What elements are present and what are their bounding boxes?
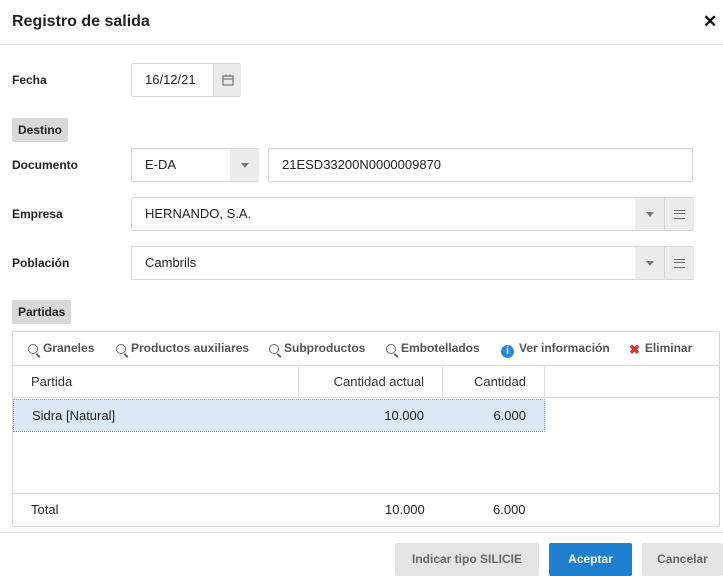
fecha-field[interactable]: 16/12/21 xyxy=(131,63,241,97)
cancel-button[interactable]: Cancelar xyxy=(642,543,723,576)
table-row[interactable]: Sidra [Natural] 10.000 6.000 xyxy=(13,399,545,432)
list-menu-icon[interactable] xyxy=(664,247,694,279)
search-icon xyxy=(28,344,38,354)
delete-icon: ✖ xyxy=(629,342,640,357)
grid-toolbar: Graneles Productos auxiliares Subproduct… xyxy=(13,332,719,366)
subproductos-button[interactable]: Subproductos xyxy=(269,341,365,355)
poblacion-select[interactable]: Cambrils xyxy=(131,246,694,280)
dialog-footer: Indicar tipo SILICIE Aceptar Cancelar xyxy=(0,532,723,576)
fecha-label: Fecha xyxy=(12,73,47,87)
search-icon xyxy=(116,344,126,354)
graneles-button[interactable]: Graneles xyxy=(28,341,94,355)
grid-header: Partida Cantidad actual Cantidad xyxy=(13,366,719,398)
chevron-down-icon[interactable] xyxy=(635,247,664,279)
destino-section: Destino xyxy=(12,118,69,142)
indicar-silicie-button[interactable]: Indicar tipo SILICIE xyxy=(395,543,539,576)
total-label: Total xyxy=(31,502,59,517)
partidas-grid: Graneles Productos auxiliares Subproduct… xyxy=(12,331,720,527)
eliminar-button[interactable]: ✖ Eliminar xyxy=(629,341,692,358)
poblacion-value: Cambrils xyxy=(145,255,197,270)
accept-button[interactable]: Aceptar xyxy=(549,543,632,576)
cell-partida: Sidra [Natural] xyxy=(32,408,116,423)
partidas-section: Partidas xyxy=(12,300,72,324)
total-cantidad: 6.000 xyxy=(493,502,526,517)
documento-number-value: 21ESD33200N0000009870 xyxy=(282,157,442,172)
cell-cantidad-actual: 10.000 xyxy=(384,408,424,423)
fecha-value: 16/12/21 xyxy=(145,72,196,87)
documento-type-select[interactable]: E-DA xyxy=(131,148,259,182)
embotellados-button[interactable]: Embotellados xyxy=(386,341,480,355)
chevron-down-icon[interactable] xyxy=(635,198,664,230)
poblacion-label: Población xyxy=(12,256,70,270)
documento-label: Documento xyxy=(12,158,78,172)
empresa-select[interactable]: HERNANDO, S.A. xyxy=(131,197,694,231)
search-icon xyxy=(386,344,396,354)
empresa-label: Empresa xyxy=(12,207,63,221)
chevron-down-icon[interactable] xyxy=(230,149,259,181)
documento-number-input[interactable]: 21ESD33200N0000009870 xyxy=(268,148,693,182)
grid-total-row: Total 10.000 6.000 xyxy=(13,493,719,526)
dialog-header: Registro de salida ✕ xyxy=(0,0,723,45)
ver-informacion-button[interactable]: i Ver información xyxy=(501,341,610,358)
total-cantidad-actual: 10.000 xyxy=(385,502,425,517)
column-header-cantidad[interactable]: Cantidad xyxy=(443,366,545,398)
calendar-icon[interactable] xyxy=(213,64,241,96)
info-icon: i xyxy=(501,345,514,358)
column-header-partida[interactable]: Partida xyxy=(13,366,299,398)
cell-cantidad[interactable]: 6.000 xyxy=(493,400,526,431)
close-icon[interactable]: ✕ xyxy=(703,12,717,32)
list-menu-icon[interactable] xyxy=(664,198,694,230)
documento-type-value: E-DA xyxy=(145,157,177,172)
column-header-cantidad-actual[interactable]: Cantidad actual xyxy=(299,366,443,398)
dialog-title: Registro de salida xyxy=(12,13,150,30)
search-icon xyxy=(269,344,279,354)
productos-auxiliares-button[interactable]: Productos auxiliares xyxy=(116,341,249,355)
empresa-value: HERNANDO, S.A. xyxy=(145,206,252,221)
